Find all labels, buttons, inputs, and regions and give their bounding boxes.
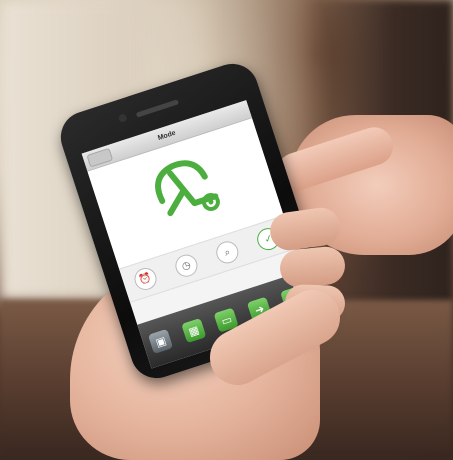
clock-icon[interactable]: ◷ xyxy=(172,251,201,280)
magnifier-icon[interactable]: ⌕ xyxy=(213,238,242,267)
front-camera xyxy=(117,113,128,124)
grid-icon[interactable]: ▦ xyxy=(181,318,207,344)
earpiece-speaker xyxy=(135,99,180,118)
app-title: Mode xyxy=(156,129,177,142)
photo-frame: Mode ⏰ ◷ ⌕ ✓ ▣ ▦ ▭ ➜ xyxy=(0,0,453,460)
wheelbarrow-logo-icon xyxy=(154,160,220,217)
home-icon[interactable]: ▣ xyxy=(148,328,174,354)
alarm-icon[interactable]: ⏰ xyxy=(131,265,160,293)
back-button[interactable] xyxy=(86,147,114,168)
